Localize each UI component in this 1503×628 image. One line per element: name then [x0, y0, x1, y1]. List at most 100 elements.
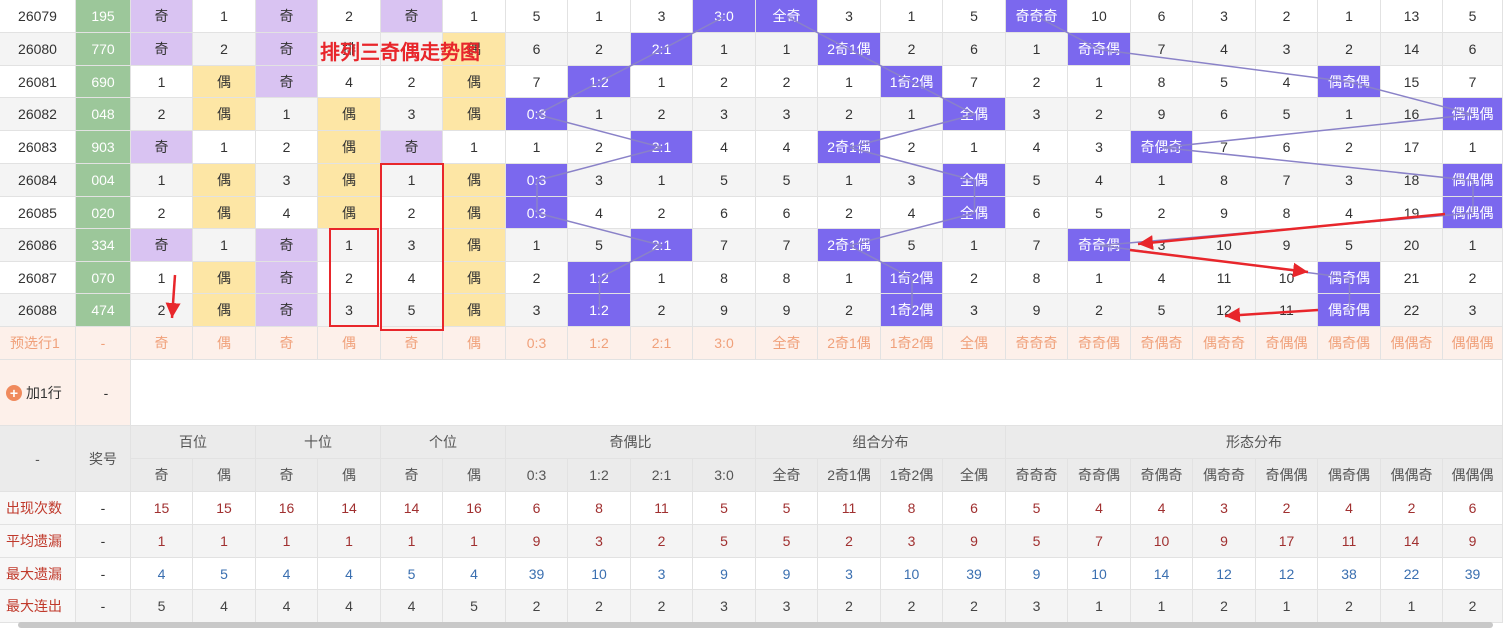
- preselect-option[interactable]: 偶偶奇: [1381, 327, 1443, 360]
- form-cell: 9: [1131, 98, 1193, 131]
- ratio-cell: 2: [631, 294, 693, 327]
- preselect-option[interactable]: 奇奇奇: [1006, 327, 1068, 360]
- combo-cell: 5: [881, 229, 943, 262]
- preselect-option[interactable]: 偶: [443, 327, 506, 360]
- stat-value: 9: [1443, 525, 1503, 558]
- ratio-cell: 4: [693, 131, 756, 164]
- add-row-area: [131, 360, 1503, 426]
- form-cell: 8: [1131, 66, 1193, 98]
- preselect-option[interactable]: 2:1: [631, 327, 693, 360]
- header-sub: 0:3: [506, 459, 568, 492]
- stat-value: 11: [818, 492, 881, 525]
- stat-value: 2: [1193, 590, 1256, 623]
- form-cell: 19: [1381, 197, 1443, 229]
- form-cell: 奇奇奇: [1006, 0, 1068, 33]
- stat-value: 2: [631, 525, 693, 558]
- stat-value: 1: [131, 525, 193, 558]
- preselect-option[interactable]: 奇: [256, 327, 318, 360]
- form-cell: 6: [1193, 98, 1256, 131]
- form-cell: 偶奇偶: [1318, 66, 1381, 98]
- preselect-option[interactable]: 奇偶偶: [1256, 327, 1318, 360]
- bai-cell: 偶: [193, 197, 256, 229]
- form-cell: 偶偶偶: [1443, 197, 1503, 229]
- header-group: 百位: [131, 426, 256, 459]
- combo-cell: 6: [756, 197, 818, 229]
- shi-cell: 3: [318, 294, 381, 327]
- ge-cell: 5: [381, 294, 443, 327]
- preselect-option[interactable]: 2奇1偶: [818, 327, 881, 360]
- shi-cell: 偶: [318, 98, 381, 131]
- preselect-option[interactable]: 全偶: [943, 327, 1006, 360]
- ratio-cell: 2: [631, 197, 693, 229]
- preselect-option[interactable]: 偶偶偶: [1443, 327, 1503, 360]
- form-cell: 3: [1443, 294, 1503, 327]
- preselect-option[interactable]: 偶奇奇: [1193, 327, 1256, 360]
- header-sub: 偶: [443, 459, 506, 492]
- preselect-option[interactable]: 偶奇偶: [1318, 327, 1381, 360]
- preselect-option[interactable]: 0:3: [506, 327, 568, 360]
- preselect-option[interactable]: 奇偶奇: [1131, 327, 1193, 360]
- stat-value: 4: [256, 590, 318, 623]
- shi-cell: 2: [318, 0, 381, 33]
- form-cell: 偶奇偶: [1318, 262, 1381, 294]
- horizontal-scrollbar[interactable]: [18, 622, 1493, 628]
- preselect-option[interactable]: 偶: [318, 327, 381, 360]
- ratio-cell: 5: [693, 164, 756, 197]
- issue-cell: 26082: [0, 98, 76, 131]
- preselect-option[interactable]: 偶: [193, 327, 256, 360]
- stat-value: 5: [756, 492, 818, 525]
- ratio-cell: 3: [693, 98, 756, 131]
- preselect-option[interactable]: 奇: [381, 327, 443, 360]
- ratio-cell: 1: [693, 33, 756, 66]
- stat-value: 2: [1318, 590, 1381, 623]
- stat-value: 14: [1131, 558, 1193, 590]
- stat-value: 1: [318, 525, 381, 558]
- preselect-option[interactable]: 奇: [131, 327, 193, 360]
- preselect-option[interactable]: 1奇2偶: [881, 327, 943, 360]
- bai-cell: 1: [193, 131, 256, 164]
- stat-value: 15: [131, 492, 193, 525]
- combo-cell: 全奇: [756, 0, 818, 33]
- ratio-cell: 1: [631, 66, 693, 98]
- stat-value: 3: [1193, 492, 1256, 525]
- shi-cell: 4: [256, 197, 318, 229]
- preselect-label: 预选行1: [0, 327, 76, 360]
- bai-cell: 2: [131, 98, 193, 131]
- preselect-option[interactable]: 1:2: [568, 327, 631, 360]
- ge-cell: 3: [381, 98, 443, 131]
- ratio-cell: 1: [631, 164, 693, 197]
- preselect-option[interactable]: 3:0: [693, 327, 756, 360]
- preselect-dash: -: [76, 327, 131, 360]
- stat-value: 4: [1318, 492, 1381, 525]
- form-cell: 22: [1381, 294, 1443, 327]
- form-cell: 1: [1443, 229, 1503, 262]
- number-cell: 903: [76, 131, 131, 164]
- combo-cell: 9: [756, 294, 818, 327]
- combo-cell: 2奇1偶: [818, 229, 881, 262]
- stat-value: 10: [1068, 558, 1131, 590]
- stat-value: 16: [443, 492, 506, 525]
- form-cell: 3: [1006, 98, 1068, 131]
- combo-cell: 1奇2偶: [881, 294, 943, 327]
- ratio-cell: 1:2: [568, 66, 631, 98]
- form-cell: 4: [1318, 197, 1381, 229]
- preselect-option[interactable]: 奇奇偶: [1068, 327, 1131, 360]
- ratio-cell: 3: [568, 164, 631, 197]
- ge-cell: 2: [381, 66, 443, 98]
- issue-cell: 26088: [0, 294, 76, 327]
- preselect-option[interactable]: 全奇: [756, 327, 818, 360]
- stat-value: 4: [443, 558, 506, 590]
- combo-cell: 5: [756, 164, 818, 197]
- stat-value: 5: [693, 525, 756, 558]
- stat-value: 2: [1443, 590, 1503, 623]
- header-group: 十位: [256, 426, 381, 459]
- stat-value: 11: [631, 492, 693, 525]
- combo-cell: 1: [881, 0, 943, 33]
- form-cell: 13: [1381, 0, 1443, 33]
- ratio-cell: 1:2: [568, 294, 631, 327]
- add-row-button[interactable]: + 加1行: [0, 360, 76, 426]
- stat-value: 3: [756, 590, 818, 623]
- combo-cell: 2奇1偶: [818, 33, 881, 66]
- form-cell: 16: [1381, 98, 1443, 131]
- form-cell: 偶奇偶: [1318, 294, 1381, 327]
